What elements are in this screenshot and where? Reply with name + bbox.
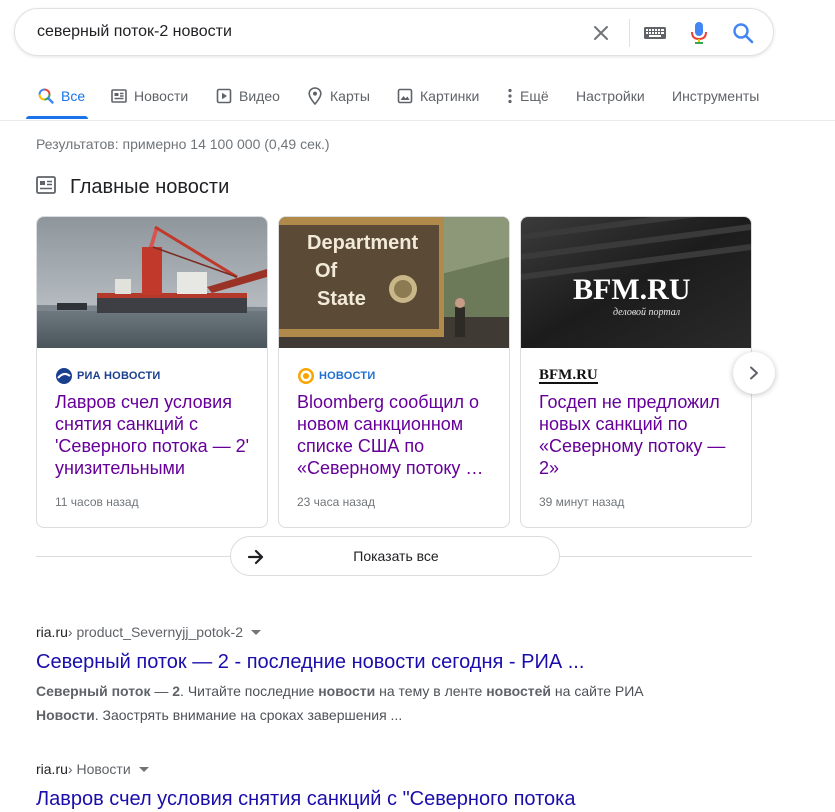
ria-logo-icon [56,368,72,384]
image-text: деловой портал [613,307,681,318]
tab-news[interactable]: Новости [110,86,188,106]
show-all-label: Показать все [353,548,439,564]
search-box[interactable] [14,8,774,56]
result-path: › product_Severnyjj_potok-2 [67,624,244,640]
news-source-label: НОВОСТИ [319,370,376,382]
news-source-label: РИА НОВОСТИ [77,370,161,382]
search-icon[interactable] [731,21,755,45]
news-card-title[interactable]: Bloomberg сообщил о новом санкционном сп… [297,391,497,479]
clear-icon[interactable] [589,21,613,45]
result-domain: ria.ru [36,761,68,777]
microphone-icon[interactable] [687,21,711,45]
news-card[interactable]: РИА НОВОСТИ Лавров счел условия снятия с… [36,216,268,528]
result-snippet: Северный поток — 2. Читайте последние но… [36,683,644,723]
tab-settings[interactable]: Настройки [576,86,645,106]
image-icon [396,87,414,105]
result-domain: ria.ru [36,624,68,640]
tab-label: Новости [134,88,189,104]
tab-label: Видео [239,88,280,104]
play-icon [215,87,233,105]
image-text: State [317,288,366,310]
map-pin-icon [306,87,324,105]
result-title-link[interactable]: Лавров счел условия снятия санкций с "Се… [36,786,575,812]
show-all-button[interactable]: Показать все [230,536,560,576]
result-title-link[interactable]: Северный поток — 2 - последние новости с… [36,649,696,675]
result-cite: ria.ru › Новости [36,759,575,779]
newspaper-icon [110,87,128,105]
tab-label: Ещё [520,88,549,104]
news-card[interactable]: Department Of State НОВОСТИ Bloomberg со… [278,216,510,528]
tab-maps[interactable]: Карты [306,86,370,106]
news-card-title[interactable]: Лавров счел условия снятия санкций с 'Се… [55,391,255,479]
search-multicolor-icon [37,87,55,105]
image-text: Department [307,232,418,254]
search-input[interactable] [37,9,557,55]
tab-tools[interactable]: Инструменты [672,86,759,106]
result-cite: ria.ru › product_Severnyjj_potok-2 [36,622,696,642]
mail-news-logo-icon [298,368,314,384]
tab-label: Настройки [576,88,645,104]
news-card-image [37,217,267,348]
top-news-title: Главные новости [70,175,230,198]
tab-label: Все [61,88,86,104]
search-result: ria.ru › Новости Лавров счел условия сня… [36,759,575,812]
chevron-right-icon [750,366,758,380]
news-source: BFM.RU [539,367,598,385]
tab-label: Карты [330,88,370,104]
news-card-image: Department Of State [279,217,509,348]
top-news-header: Главные новости [36,174,229,200]
tab-all[interactable]: Все [37,86,85,106]
tab-video[interactable]: Видео [215,86,280,106]
active-tab-indicator [26,116,88,119]
news-card-title[interactable]: Госдеп не предложил новых санкций по «Се… [539,391,739,479]
news-card-time: 23 часа назад [297,495,375,509]
news-source: РИА НОВОСТИ [55,367,160,385]
more-vertical-icon [506,87,514,105]
result-stats: Результатов: примерно 14 100 000 (0,49 с… [36,136,330,152]
keyboard-icon[interactable] [643,21,667,45]
result-path: › Новости [67,761,131,777]
tab-label: Инструменты [672,88,760,104]
search-tabs: Все Новости Видео Карты Картинки Ещё Нас… [0,70,835,121]
caret-down-icon[interactable] [251,629,262,635]
news-source-label: BFM.RU [539,367,598,384]
newspaper-icon [36,175,56,199]
news-card-image: BFM.RU деловой портал [521,217,751,348]
news-card-time: 11 часов назад [55,495,139,509]
search-divider [629,19,630,47]
news-source: НОВОСТИ [297,367,375,385]
news-card[interactable]: BFM.RU деловой портал BFM.RU Госдеп не п… [520,216,752,528]
news-card-time: 39 минут назад [539,495,625,509]
image-text: BFM.RU [573,273,690,306]
image-text: Of [315,260,338,282]
tab-label: Картинки [420,88,480,104]
tab-more[interactable]: Ещё [506,86,549,106]
caret-down-icon[interactable] [138,766,149,772]
carousel-next-button[interactable] [733,352,775,394]
tab-images[interactable]: Картинки [396,86,479,106]
search-result: ria.ru › product_Severnyjj_potok-2 Север… [36,622,696,727]
